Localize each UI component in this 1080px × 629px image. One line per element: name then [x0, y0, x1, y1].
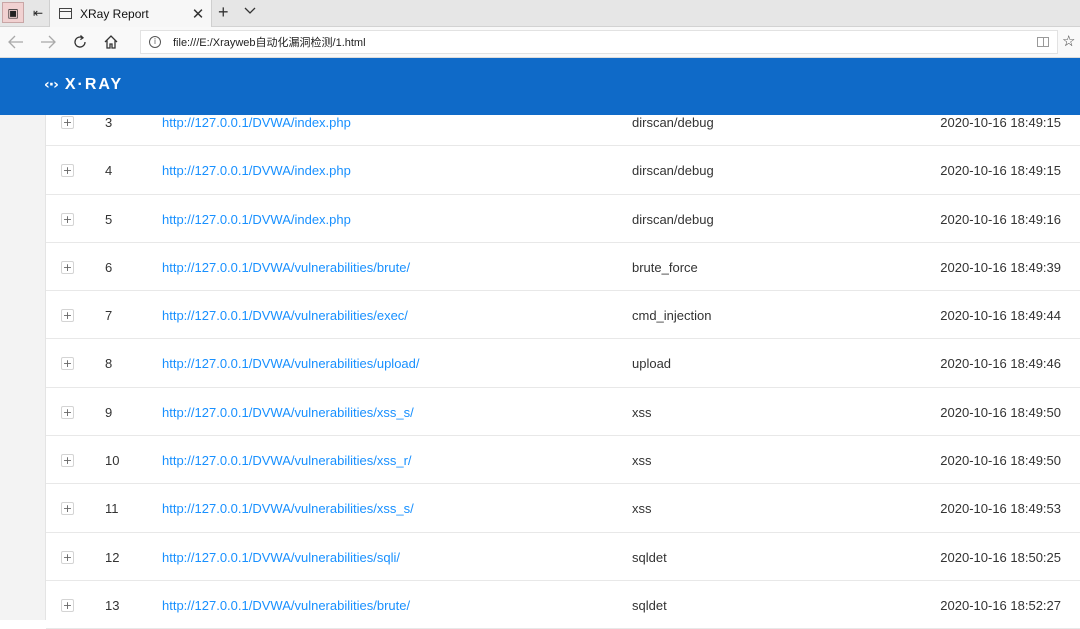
target-url-link[interactable]: http://127.0.0.1/DVWA/vulnerabilities/xs… [162, 453, 412, 468]
table-row: +12 http://127.0.0.1/DVWA/vulnerabilities… [46, 533, 1080, 581]
table-row: +11 http://127.0.0.1/DVWA/vulnerabilities… [46, 484, 1080, 533]
plugin-name: sqldet [632, 549, 667, 565]
timestamp: 2020-10-16 18:49:50 [940, 404, 1061, 420]
row-number: 10 [105, 453, 120, 469]
timestamp: 2020-10-16 18:49:53 [940, 501, 1061, 517]
home-icon[interactable] [99, 31, 123, 53]
plugin-name: upload [632, 356, 672, 372]
plugin-name: sqldet [632, 597, 667, 613]
xray-logo-text: X·RAY [64, 76, 124, 93]
timestamp: 2020-10-16 18:49:16 [940, 211, 1061, 227]
row-number: 13 [105, 597, 120, 613]
target-url-link[interactable]: http://127.0.0.1/DVWA/index.php [162, 212, 351, 227]
timestamp: 2020-10-16 18:49:46 [940, 356, 1061, 372]
row-number: 7 [105, 308, 113, 324]
target-url-link[interactable]: http://127.0.0.1/DVWA/vulnerabilities/xs… [162, 501, 414, 516]
address-bar[interactable]: i file:///E:/Xrayweb自动化漏洞检测/1.html [140, 30, 1058, 54]
plugin-name: brute_force [632, 259, 698, 275]
target-url-link[interactable]: http://127.0.0.1/DVWA/vulnerabilities/br… [162, 260, 410, 275]
new-tab-icon[interactable]: + [218, 2, 229, 22]
timestamp: 2020-10-16 18:49:15 [940, 115, 1061, 130]
table-row: +8 http://127.0.0.1/DVWA/vulnerabilities/… [46, 339, 1080, 388]
xray-header: ‹·› X·RAY [0, 58, 1080, 115]
tab-actions-icon[interactable]: ▣ [2, 2, 24, 23]
timestamp: 2020-10-16 18:49:39 [940, 259, 1061, 275]
row-number: 9 [105, 404, 113, 420]
set-tabs-aside-icon[interactable]: ⇤ [27, 2, 49, 23]
expand-icon[interactable]: + [61, 405, 74, 419]
table-row: +10 http://127.0.0.1/DVWA/vulnerabilities… [46, 436, 1080, 485]
row-number: 5 [105, 211, 113, 227]
expand-icon[interactable]: + [61, 550, 74, 564]
expand-icon[interactable]: + [61, 454, 74, 468]
info-icon[interactable]: i [149, 36, 161, 48]
row-number: 6 [105, 259, 113, 275]
expand-icon[interactable]: + [61, 357, 74, 371]
table-row: +5 http://127.0.0.1/DVWA/index.php dirscan… [46, 195, 1080, 243]
plugin-name: xss [632, 453, 652, 469]
expand-icon[interactable]: + [61, 309, 74, 323]
target-url-link[interactable]: http://127.0.0.1/DVWA/index.php [162, 163, 351, 178]
table-row: +9 http://127.0.0.1/DVWA/vulnerabilities/… [46, 388, 1080, 437]
expand-icon[interactable]: + [61, 116, 74, 129]
table-row: +13 http://127.0.0.1/DVWA/vulnerabilities… [46, 581, 1080, 629]
page-icon [59, 8, 72, 19]
favorite-star-icon[interactable]: ☆ [1062, 32, 1075, 50]
tab-xray-report[interactable]: XRay Report ✕ [49, 0, 212, 27]
plugin-name: dirscan/debug [632, 163, 714, 179]
navigation-bar: i file:///E:/Xrayweb自动化漏洞检测/1.html ☆ [0, 27, 1080, 58]
timestamp: 2020-10-16 18:52:27 [940, 597, 1061, 613]
expand-icon[interactable]: + [61, 502, 74, 516]
target-url-link[interactable]: http://127.0.0.1/DVWA/vulnerabilities/up… [162, 356, 420, 371]
plugin-name: cmd_injection [632, 308, 712, 324]
tab-title: XRay Report [80, 6, 149, 21]
reading-view-icon[interactable] [1037, 37, 1049, 47]
table-row: +6 http://127.0.0.1/DVWA/vulnerabilities/… [46, 243, 1080, 292]
xray-logo-mark-icon: ‹·› [44, 77, 59, 93]
row-number: 11 [105, 501, 119, 517]
expand-icon[interactable]: + [61, 164, 74, 178]
refresh-icon[interactable] [68, 31, 92, 53]
target-url-link[interactable]: http://127.0.0.1/DVWA/vulnerabilities/sq… [162, 550, 400, 565]
expand-icon[interactable]: + [61, 260, 74, 274]
chevron-down-icon[interactable] [244, 4, 256, 18]
xray-logo[interactable]: ‹·› X·RAY [44, 76, 123, 94]
timestamp: 2020-10-16 18:49:44 [940, 308, 1061, 324]
close-icon[interactable]: ✕ [189, 5, 207, 23]
table-row: +7 http://127.0.0.1/DVWA/vulnerabilities/… [46, 291, 1080, 340]
url-text[interactable]: file:///E:/Xrayweb自动化漏洞检测/1.html [173, 34, 1037, 50]
back-icon[interactable] [4, 31, 28, 53]
forward-icon[interactable] [36, 31, 60, 53]
plugin-name: xss [632, 404, 652, 420]
target-url-link[interactable]: http://127.0.0.1/DVWA/index.php [162, 115, 351, 130]
vulnerability-table: +3 http://127.0.0.1/DVWA/index.php dirscan… [46, 98, 1080, 629]
row-number: 3 [105, 115, 113, 130]
expand-icon[interactable]: + [61, 212, 74, 226]
row-number: 8 [105, 356, 113, 372]
row-number: 12 [105, 549, 120, 565]
row-number: 4 [105, 163, 113, 179]
plugin-name: dirscan/debug [632, 211, 714, 227]
target-url-link[interactable]: http://127.0.0.1/DVWA/vulnerabilities/ex… [162, 308, 408, 323]
timestamp: 2020-10-16 18:49:50 [940, 453, 1061, 469]
tab-strip: ▣ ⇤ XRay Report ✕ + [0, 0, 1080, 27]
target-url-link[interactable]: http://127.0.0.1/DVWA/vulnerabilities/xs… [162, 405, 414, 420]
plugin-name: xss [632, 501, 652, 517]
timestamp: 2020-10-16 18:49:15 [940, 163, 1061, 179]
expand-icon[interactable]: + [61, 598, 74, 612]
plugin-name: dirscan/debug [632, 115, 714, 130]
table-row: +4 http://127.0.0.1/DVWA/index.php dirscan… [46, 146, 1080, 195]
timestamp: 2020-10-16 18:50:25 [940, 549, 1061, 565]
target-url-link[interactable]: http://127.0.0.1/DVWA/vulnerabilities/br… [162, 598, 410, 613]
left-gutter [0, 115, 46, 620]
